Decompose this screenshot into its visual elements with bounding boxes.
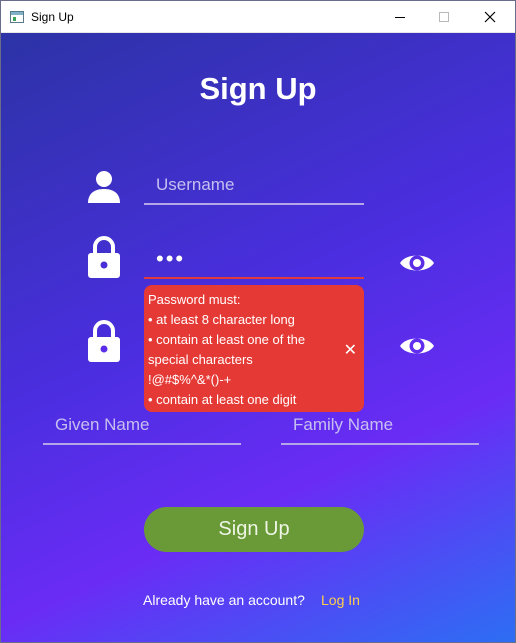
show-confirm-password-icon[interactable] [399,332,435,360]
maximize-icon [439,12,449,22]
minimize-button[interactable] [377,1,423,33]
account-prompt: Already have an account? [143,592,305,608]
lock-icon [88,236,120,278]
user-icon [88,171,120,203]
password-input[interactable] [144,241,364,277]
username-input[interactable] [144,167,364,203]
signup-button[interactable]: Sign Up [144,507,364,552]
title-bar[interactable]: Sign Up [1,1,515,33]
error-line: Password must: [148,292,241,307]
close-button[interactable] [467,1,513,33]
maximize-button [421,1,467,33]
given-name-input[interactable] [43,407,241,443]
password-error-tooltip: Password must: • at least 8 character lo… [144,285,364,412]
page-title: Sign Up [199,71,317,106]
family-name-field[interactable] [281,407,479,445]
error-line: !@#$%^&*()-+ [148,372,232,387]
family-name-input[interactable] [281,407,479,443]
confirm-lock-icon [88,320,120,362]
error-line: • contain at least one of the [148,332,306,347]
error-line: • at least 8 character long [148,312,295,327]
username-field[interactable] [144,167,364,205]
dismiss-tooltip-icon[interactable]: ✕ [344,341,357,361]
error-line: special characters [148,352,253,367]
signup-form: Sign Up Username ••• Password must: • at… [1,33,515,642]
close-icon [484,11,496,23]
signup-window: Sign Up Sign Up Username ••• Password mu… [0,0,516,643]
app-icon [10,11,24,23]
password-field[interactable] [144,241,364,279]
window-title: Sign Up [31,10,74,24]
show-password-icon[interactable] [399,249,435,277]
given-name-field[interactable] [43,407,241,445]
minimize-icon [395,16,405,18]
login-link[interactable]: Log In [321,592,360,608]
